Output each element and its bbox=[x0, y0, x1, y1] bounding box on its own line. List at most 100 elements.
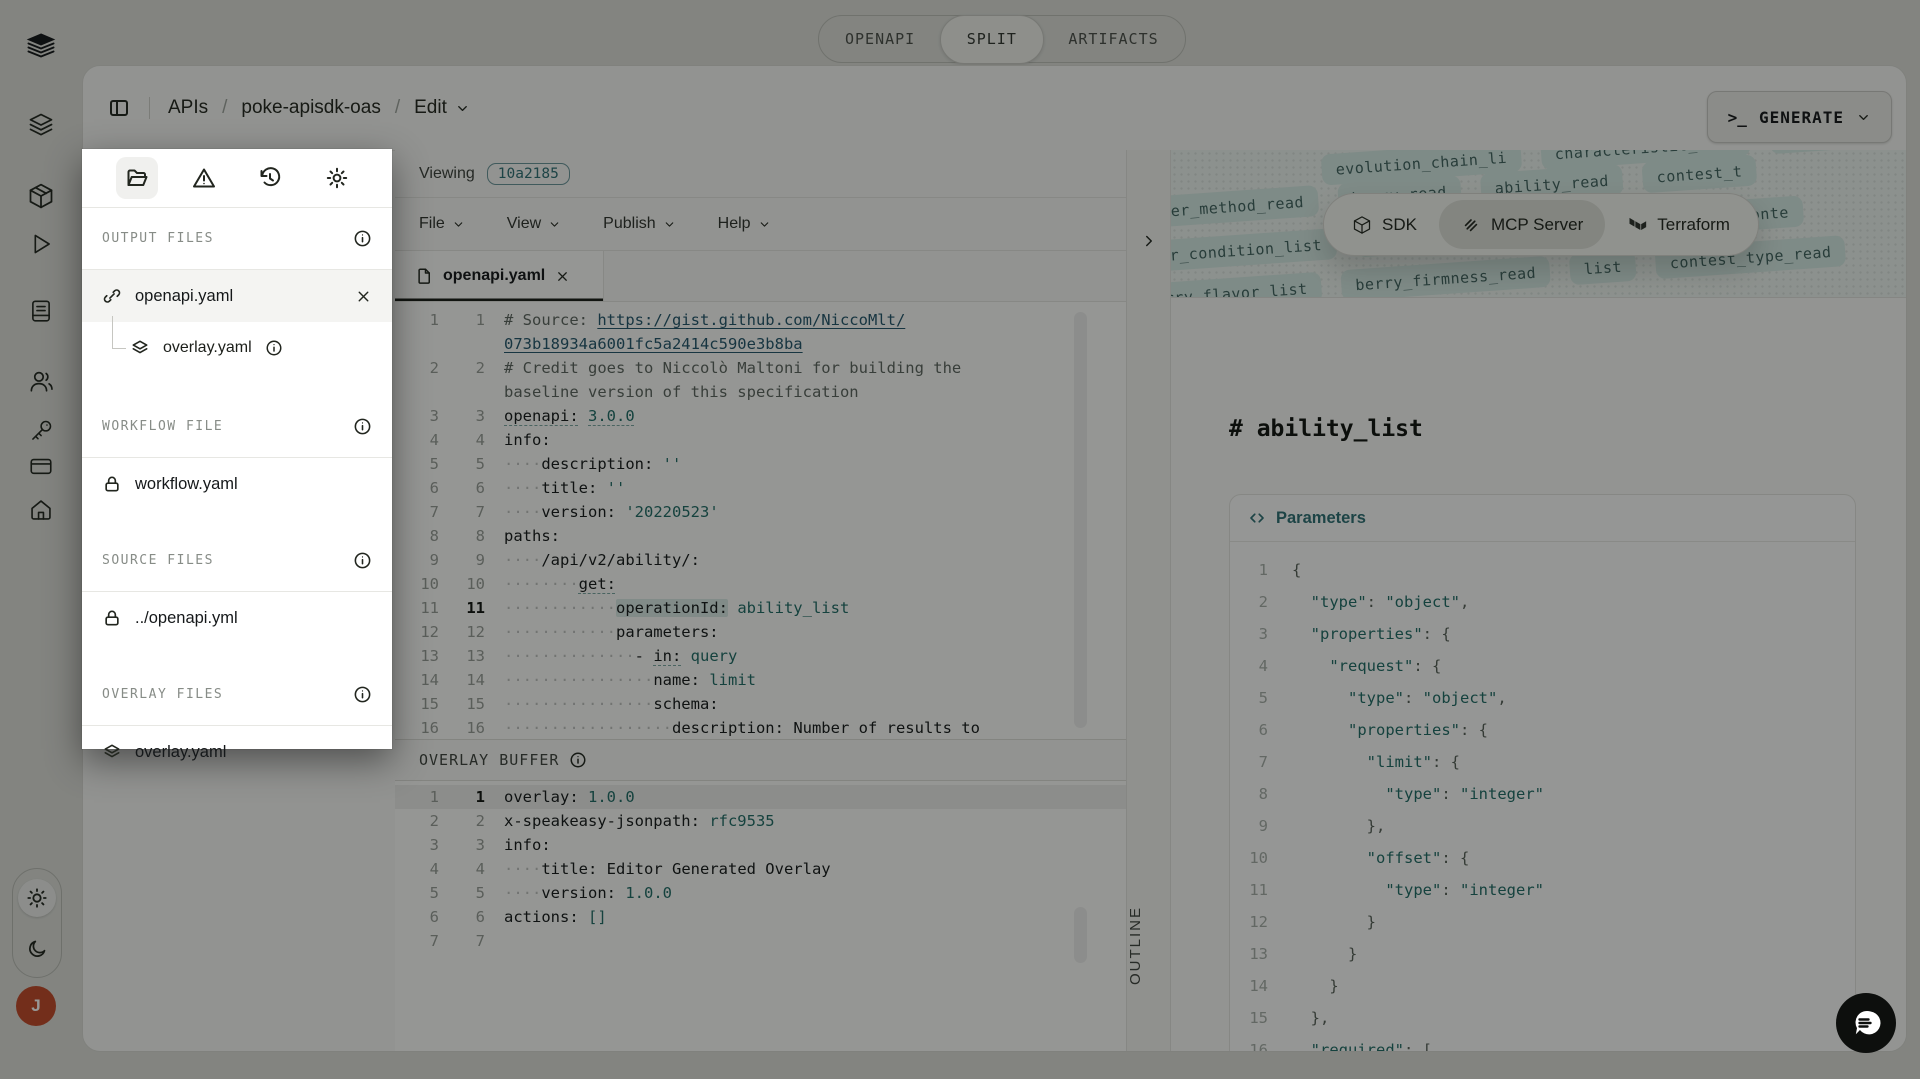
code-line: 11overlay: 1.0.0 bbox=[395, 785, 1126, 809]
target-mcp-server[interactable]: MCP Server bbox=[1439, 200, 1605, 249]
files-tool-button[interactable] bbox=[116, 157, 158, 199]
overlay-buffer-label: OVERLAY BUFFER bbox=[419, 751, 559, 769]
theme-toggle bbox=[12, 868, 62, 978]
file-row-openapi[interactable]: openapi.yaml bbox=[82, 270, 392, 322]
overlay-buffer-editor[interactable]: 11overlay: 1.0.022x-speakeasy-jsonpath: … bbox=[395, 781, 1126, 1052]
view-mode-tabs: OPENAPI SPLIT ARTIFACTS bbox=[818, 15, 1186, 63]
operation-tag-chip: r_condition_list bbox=[1171, 228, 1337, 272]
editor-scrollbar[interactable] bbox=[1074, 312, 1087, 728]
chevron-right-icon bbox=[1140, 232, 1158, 250]
info-icon[interactable] bbox=[353, 417, 372, 436]
json-line: 16 "required": [ bbox=[1230, 1034, 1855, 1051]
code-line: 55····description: '' bbox=[395, 452, 1126, 476]
menu-view[interactable]: View bbox=[507, 215, 561, 233]
menu-view-label: View bbox=[507, 215, 541, 233]
generate-button[interactable]: >_ GENERATE bbox=[1707, 91, 1892, 143]
outline-strip[interactable]: OUTLINE bbox=[1126, 150, 1171, 1051]
rail-layers-item[interactable] bbox=[23, 107, 59, 143]
json-line: 14 } bbox=[1230, 970, 1855, 1002]
gear-icon bbox=[325, 166, 349, 190]
breadcrumb-edit-label: Edit bbox=[414, 97, 447, 119]
code-line: 1111············operationId: ability_lis… bbox=[395, 596, 1126, 620]
file-row-overlay[interactable]: overlay.yaml bbox=[82, 726, 392, 778]
info-icon[interactable] bbox=[353, 229, 372, 248]
layers-icon bbox=[102, 742, 122, 762]
file-row-workflow[interactable]: workflow.yaml bbox=[82, 458, 392, 510]
buffer-scrollbar[interactable] bbox=[1074, 907, 1087, 963]
stacked-papers-icon bbox=[25, 31, 57, 63]
info-icon[interactable] bbox=[569, 751, 587, 769]
code-line: 55····version: 1.0.0 bbox=[395, 881, 1126, 905]
rail-api-keys-item[interactable] bbox=[23, 412, 59, 448]
panel-toggle-button[interactable] bbox=[107, 96, 131, 120]
file-row-openapi-overlay[interactable]: overlay.yaml bbox=[82, 322, 392, 374]
menu-publish[interactable]: Publish bbox=[603, 215, 675, 233]
tab-artifacts[interactable]: ARTIFACTS bbox=[1042, 16, 1184, 62]
json-line: 10 "offset": { bbox=[1230, 842, 1855, 874]
breadcrumb-workspace[interactable]: poke-apisdk-oas bbox=[241, 97, 380, 119]
close-icon[interactable] bbox=[555, 269, 570, 284]
layers-icon bbox=[130, 338, 150, 358]
light-mode-button[interactable] bbox=[18, 879, 56, 917]
code-line: 77 bbox=[395, 929, 1126, 953]
close-icon[interactable] bbox=[355, 288, 372, 305]
section-source-files: SOURCE FILES bbox=[82, 530, 392, 592]
menu-help[interactable]: Help bbox=[718, 215, 771, 233]
chat-widget-button[interactable] bbox=[1836, 993, 1896, 1053]
mcp-icon bbox=[1461, 215, 1481, 235]
breadcrumb-edit-dropdown[interactable]: Edit bbox=[414, 97, 470, 119]
info-icon[interactable] bbox=[353, 551, 372, 570]
folder-open-icon bbox=[125, 166, 149, 190]
section-overlay-files: OVERLAY FILES bbox=[82, 664, 392, 726]
menu-file-label: File bbox=[419, 215, 445, 233]
terraform-icon bbox=[1627, 215, 1647, 235]
file-name: workflow.yaml bbox=[135, 475, 372, 494]
operation-doc: # ability_list Parameters 1{2 "type": "o… bbox=[1171, 297, 1907, 1051]
menu-file[interactable]: File bbox=[419, 215, 465, 233]
rail-billing-item[interactable] bbox=[23, 448, 59, 484]
parameters-title: Parameters bbox=[1276, 509, 1366, 528]
package-icon bbox=[1352, 215, 1372, 235]
rail-docs-item[interactable] bbox=[23, 293, 59, 329]
viewing-row: Viewing 10a2185 bbox=[395, 150, 1126, 198]
left-rail: J bbox=[0, 0, 82, 1079]
problems-tool-button[interactable] bbox=[183, 157, 225, 199]
rail-run-item[interactable] bbox=[23, 226, 59, 262]
history-tool-button[interactable] bbox=[249, 157, 291, 199]
warning-icon bbox=[192, 166, 216, 190]
code-icon bbox=[1248, 509, 1266, 527]
expand-outline-button[interactable] bbox=[1140, 232, 1158, 250]
target-sdk[interactable]: SDK bbox=[1330, 200, 1439, 249]
section-workflow-file: WORKFLOW FILE bbox=[82, 396, 392, 458]
user-avatar[interactable]: J bbox=[16, 986, 56, 1026]
revision-badge: 10a2185 bbox=[487, 163, 570, 185]
info-icon[interactable] bbox=[353, 685, 372, 704]
target-terraform[interactable]: Terraform bbox=[1605, 200, 1752, 249]
tab-openapi[interactable]: OPENAPI bbox=[819, 16, 941, 62]
rail-users-item[interactable] bbox=[23, 363, 59, 399]
moon-icon bbox=[27, 938, 48, 959]
code-line: 22x-speakeasy-jsonpath: rfc9535 bbox=[395, 809, 1126, 833]
rail-package-item[interactable] bbox=[23, 178, 59, 214]
breadcrumb-separator: / bbox=[222, 97, 227, 119]
operation-tag-chip: nter_method_read bbox=[1171, 185, 1319, 229]
sun-icon bbox=[26, 887, 48, 909]
rail-home-item[interactable] bbox=[23, 492, 59, 528]
settings-tool-button[interactable] bbox=[316, 157, 358, 199]
panel-left-icon bbox=[107, 96, 131, 120]
info-icon[interactable] bbox=[265, 339, 283, 357]
tab-split[interactable]: SPLIT bbox=[940, 15, 1044, 64]
code-line: 1010········get: bbox=[395, 572, 1126, 596]
tree-connector bbox=[112, 316, 126, 349]
parameters-json: 1{2 "type": "object",3 "properties": {4 … bbox=[1230, 542, 1855, 1051]
breadcrumb-apis[interactable]: APIs bbox=[168, 97, 208, 119]
viewing-label: Viewing bbox=[419, 165, 475, 183]
app-window: J OPENAPI SPLIT ARTIFACTS APIs / poke-ap… bbox=[0, 0, 1920, 1079]
dark-mode-button[interactable] bbox=[18, 929, 56, 967]
file-row-source[interactable]: ../openapi.yml bbox=[82, 592, 392, 644]
json-line: 13 } bbox=[1230, 938, 1855, 970]
openapi-editor[interactable]: 11# Source: https://gist.github.com/Nicc… bbox=[395, 302, 1126, 739]
code-line: 88paths: bbox=[395, 524, 1126, 548]
open-file-tab[interactable]: openapi.yaml bbox=[395, 251, 604, 301]
speakeasy-logo[interactable] bbox=[23, 29, 59, 65]
